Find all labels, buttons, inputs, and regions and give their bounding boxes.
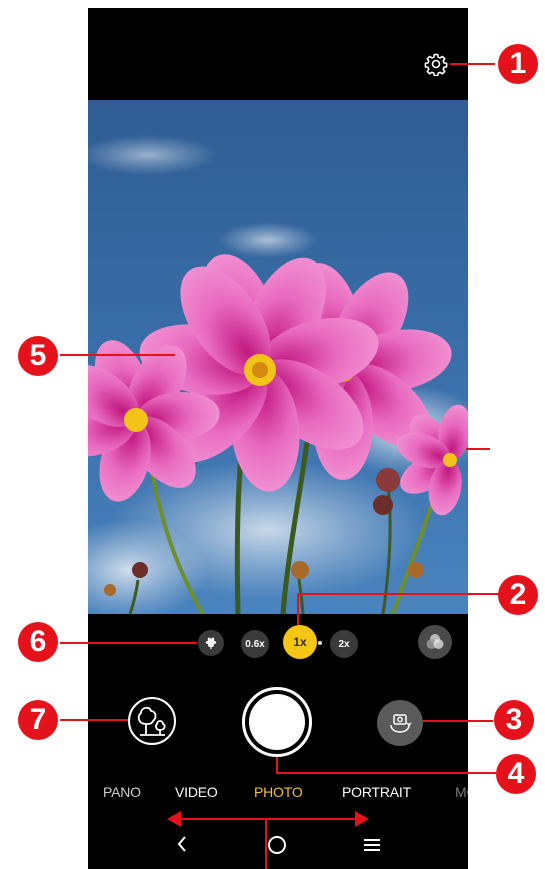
mode-video[interactable]: VIDEO xyxy=(175,784,218,800)
flip-camera-icon xyxy=(390,714,412,733)
callout-line-2-v xyxy=(297,593,299,625)
swipe-center-line xyxy=(265,818,267,869)
callout-badge-2: 2 xyxy=(498,575,538,615)
zoom-1x-button[interactable]: 1x xyxy=(283,625,317,659)
callout-badge-3: 3 xyxy=(494,700,534,740)
trees-icon xyxy=(137,706,166,736)
macro-flower-icon[interactable] xyxy=(198,630,224,656)
callout-badge-6: 6 xyxy=(18,622,58,662)
viewfinder-image xyxy=(88,100,468,614)
settings-gear-icon[interactable] xyxy=(424,52,448,76)
swipe-left-arrow-icon xyxy=(167,811,181,827)
callout-line-2-h xyxy=(297,593,500,595)
callout-line-4-h xyxy=(276,772,496,774)
home-nav-icon[interactable] xyxy=(266,834,288,856)
gallery-thumbnail-button[interactable] xyxy=(128,697,176,745)
switch-camera-button[interactable] xyxy=(377,700,423,746)
callout-badge-5: 5 xyxy=(18,336,58,376)
callout-line-5-right xyxy=(466,448,490,450)
shutter-inner xyxy=(249,694,305,750)
zoom-dot xyxy=(318,641,322,645)
top-bar xyxy=(88,8,468,100)
mode-portrait[interactable]: PORTRAIT xyxy=(342,784,411,800)
callout-line-5 xyxy=(60,354,175,356)
mode-photo[interactable]: PHOTO xyxy=(254,784,303,800)
callout-line-6 xyxy=(60,642,197,644)
callout-badge-7: 7 xyxy=(18,700,58,740)
swipe-right-arrow-icon xyxy=(355,811,369,827)
mode-more[interactable]: MO xyxy=(455,784,468,800)
back-nav-icon[interactable] xyxy=(175,834,189,854)
zoom-0-6x-button[interactable]: 0.6x xyxy=(241,630,269,658)
callout-badge-4: 4 xyxy=(496,754,536,794)
callout-line-3 xyxy=(423,720,493,722)
menu-nav-icon[interactable] xyxy=(362,836,382,854)
shutter-button[interactable] xyxy=(242,687,312,757)
callout-badge-1: 1 xyxy=(498,44,538,84)
viewfinder[interactable] xyxy=(88,100,468,614)
callout-line-1 xyxy=(450,63,495,65)
swipe-arrow-line xyxy=(177,818,357,820)
zoom-2x-button[interactable]: 2x xyxy=(330,630,358,658)
callout-line-7 xyxy=(60,719,128,721)
mode-pano[interactable]: PANO xyxy=(103,784,141,800)
filter-icon[interactable] xyxy=(418,625,452,659)
